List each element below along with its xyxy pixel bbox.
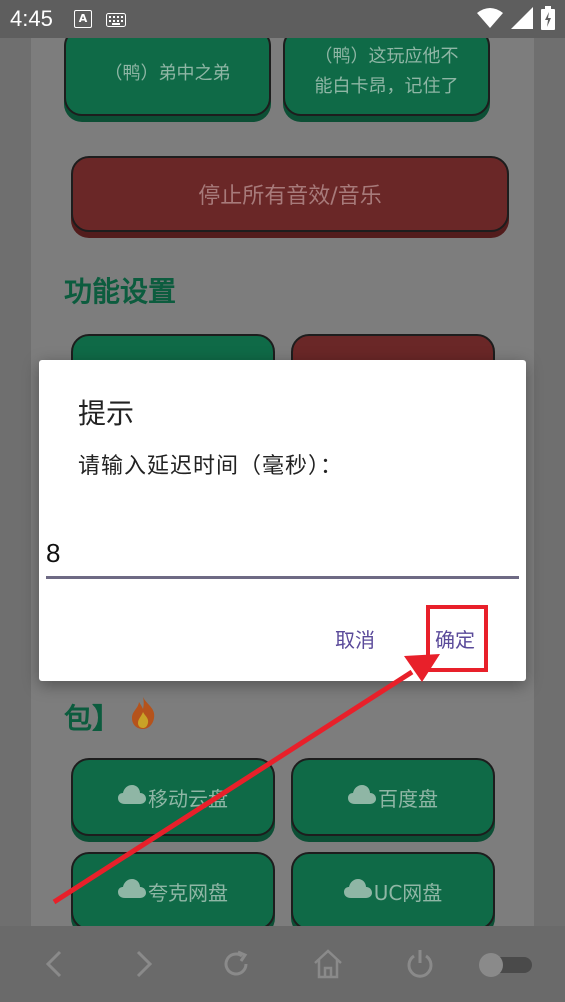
- cloud-button-quark-label: 夸克网盘: [148, 880, 228, 905]
- partial-title-text: 包】: [64, 701, 121, 735]
- cloud-icon: [118, 878, 146, 904]
- cloud-button-mobile[interactable]: 移动云盘: [71, 758, 275, 836]
- power-icon[interactable]: [404, 948, 436, 984]
- toggle-switch-icon[interactable]: [478, 952, 534, 982]
- keyboard-icon: [106, 12, 126, 31]
- cloud-button-uc-label: UC网盘: [373, 880, 443, 905]
- annotation-highlight-box: [426, 605, 488, 672]
- signal-icon: [511, 7, 533, 33]
- battery-icon: [541, 6, 555, 34]
- status-time: 4:45: [10, 6, 53, 31]
- sound-button-right[interactable]: （鸭）这玩应他不 能白卡昂，记住了: [283, 38, 490, 116]
- cloud-icon: [343, 878, 372, 904]
- sound-button-left[interactable]: （鸭）弟中之弟: [64, 38, 271, 116]
- stop-all-sounds-button[interactable]: 停止所有音效/音乐: [71, 156, 509, 232]
- status-bar: 4:45 A: [0, 0, 565, 38]
- cloud-icon: [118, 784, 146, 810]
- forward-icon[interactable]: [130, 948, 158, 984]
- wifi-icon: [477, 7, 503, 33]
- cloud-button-uc[interactable]: UC网盘: [291, 852, 495, 926]
- cloud-icon: [348, 784, 376, 810]
- stop-all-sounds-label: 停止所有音效/音乐: [198, 184, 382, 209]
- delay-input[interactable]: [46, 530, 519, 579]
- a-notification-icon: A: [74, 10, 92, 28]
- sound-button-left-label: （鸭）弟中之弟: [104, 63, 231, 84]
- sound-button-right-label-1: （鸭）这玩应他不: [314, 46, 459, 67]
- cloud-button-mobile-label: 移动云盘: [148, 786, 228, 811]
- section-title-partial: 包】: [64, 696, 158, 737]
- refresh-icon[interactable]: [220, 948, 252, 984]
- cancel-button[interactable]: 取消: [335, 624, 375, 653]
- home-icon[interactable]: [312, 948, 344, 984]
- section-title: 功能设置: [64, 275, 177, 308]
- dialog-title: 提示: [78, 397, 135, 430]
- cloud-button-baidu[interactable]: 百度盘: [291, 758, 495, 836]
- cloud-button-quark[interactable]: 夸克网盘: [71, 852, 275, 926]
- back-icon[interactable]: [40, 948, 68, 984]
- fire-icon: [128, 696, 158, 737]
- dialog-message: 请输入延迟时间（毫秒）：: [78, 454, 344, 479]
- bottom-nav-bar: [0, 926, 565, 1002]
- cloud-button-baidu-label: 百度盘: [378, 786, 438, 811]
- sound-button-right-label-2: 能白卡昂，记住了: [314, 76, 459, 97]
